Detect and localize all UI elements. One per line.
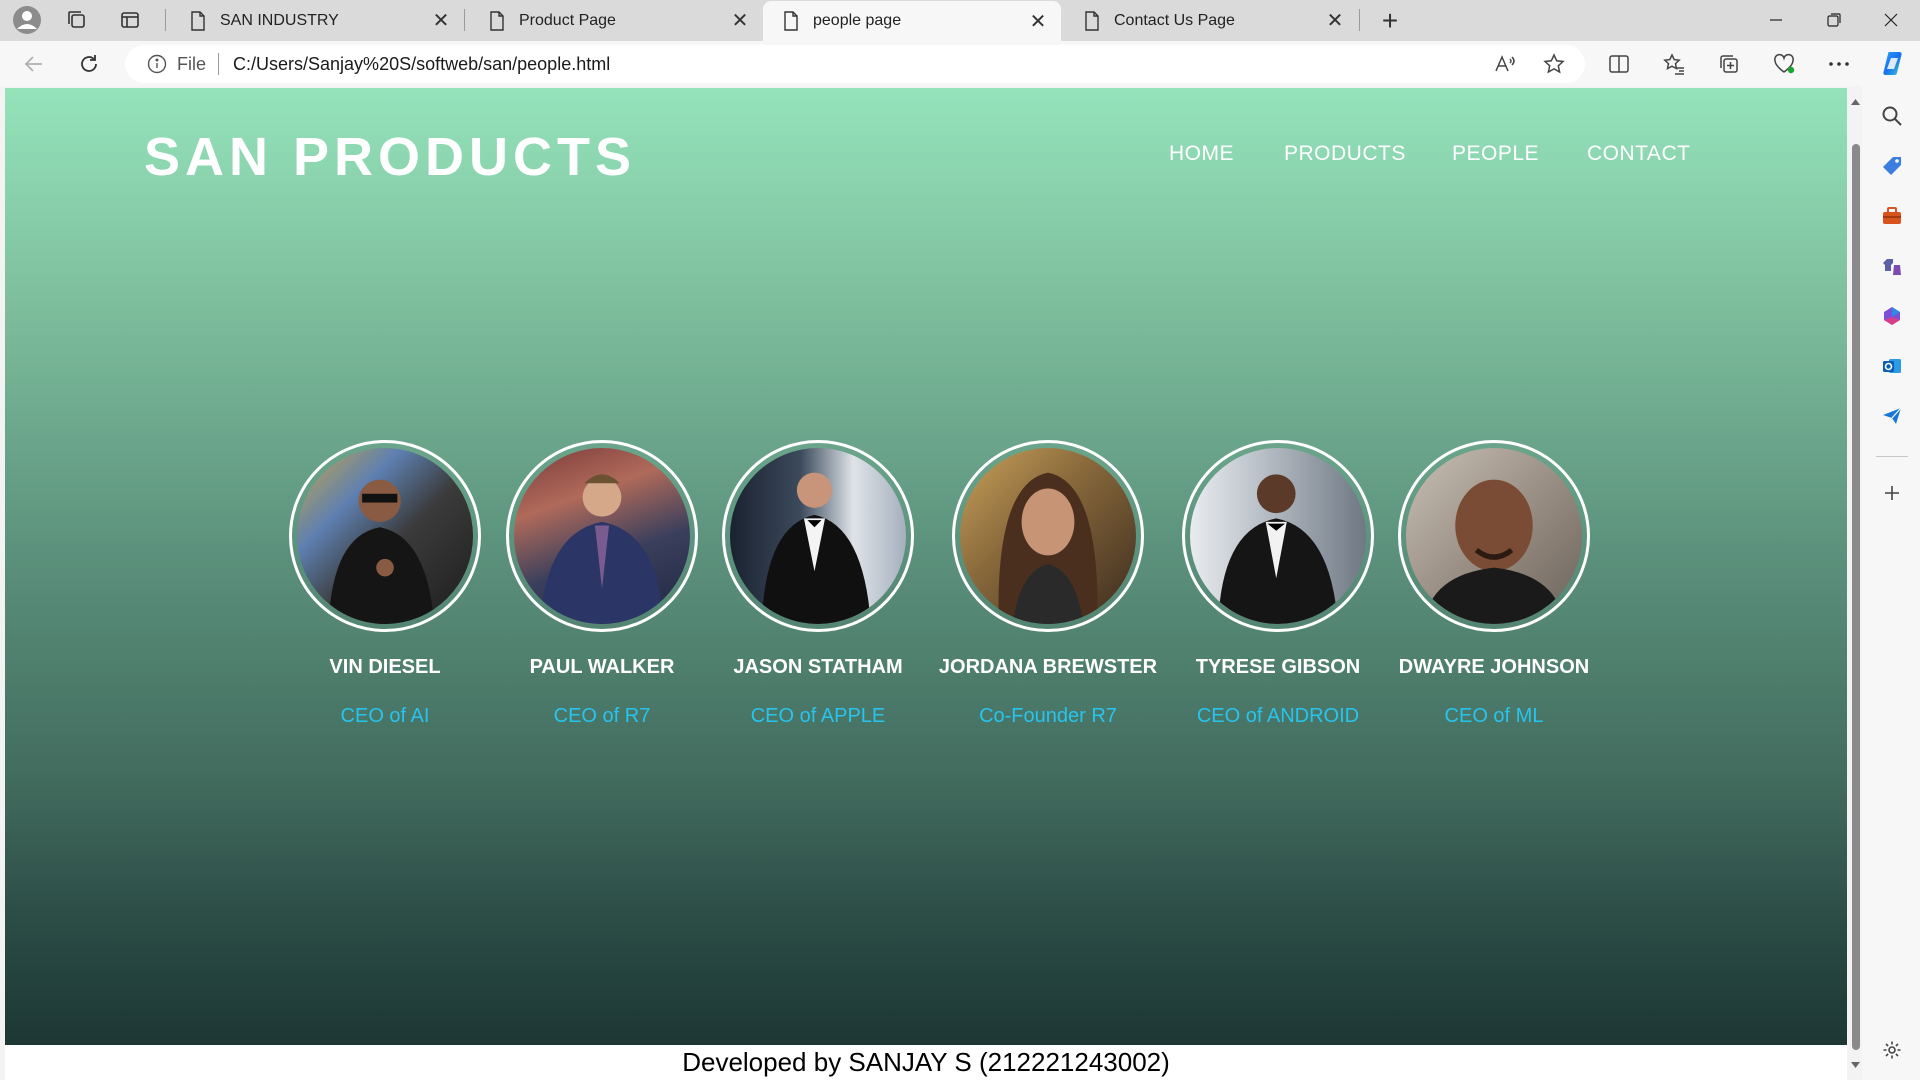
tab-title: people page <box>813 12 902 29</box>
tab-product-page[interactable]: Product Page ✕ <box>469 2 763 39</box>
person-role: CEO of ML <box>1444 705 1544 727</box>
page-icon <box>191 10 205 31</box>
new-tab-button[interactable]: + <box>1374 5 1406 37</box>
read-aloud-icon[interactable] <box>1491 50 1519 78</box>
vertical-tabs-icon[interactable] <box>115 5 145 35</box>
shopping-tag-icon[interactable] <box>1879 153 1905 179</box>
microsoft-365-icon[interactable] <box>1879 303 1905 329</box>
refresh-button[interactable] <box>72 47 106 81</box>
page-icon <box>490 10 504 31</box>
more-options-icon[interactable] <box>1825 50 1853 78</box>
favorites-icon[interactable] <box>1660 50 1688 78</box>
edge-sidebar <box>1862 86 1920 1080</box>
scrollbar-thumb[interactable] <box>1852 144 1860 1050</box>
person-role: CEO of APPLE <box>750 705 886 727</box>
person-card: JASON STATHAM CEO of APPLE <box>708 440 928 728</box>
search-icon[interactable] <box>1879 103 1905 129</box>
avatar <box>1182 440 1374 632</box>
page-icon <box>1085 10 1099 31</box>
person-name: TYRESE GIBSON <box>1195 656 1361 678</box>
person-name: VIN DIESEL <box>329 656 441 678</box>
site-logo[interactable]: SAN PRODUCTS <box>144 126 636 188</box>
person-card: TYRESE GIBSON CEO of ANDROID <box>1168 440 1388 728</box>
tab-title: SAN INDUSTRY <box>220 11 339 29</box>
workspaces-icon[interactable] <box>62 5 92 35</box>
tab-title: Contact Us Page <box>1114 11 1235 29</box>
person-card: JORDANA BREWSTER Co-Founder R7 <box>938 440 1158 728</box>
restore-button[interactable] <box>1807 0 1861 40</box>
page-icon <box>784 11 798 31</box>
tab-contact-us-page[interactable]: Contact Us Page ✕ <box>1064 2 1358 39</box>
close-tab-icon[interactable]: ✕ <box>729 10 751 32</box>
person-name: PAUL WALKER <box>529 656 675 678</box>
scroll-down-icon[interactable] <box>1850 1060 1861 1071</box>
nav-people-link[interactable]: PEOPLE <box>1452 142 1539 166</box>
minimize-button[interactable] <box>1749 0 1803 40</box>
scroll-up-icon[interactable] <box>1850 96 1861 107</box>
person-photo <box>1190 448 1366 624</box>
page-footer: Developed by SANJAY S (212221243002) <box>5 1045 1847 1080</box>
person-photo <box>514 448 690 624</box>
collections-icon[interactable] <box>1715 50 1743 78</box>
url-scheme: File <box>177 53 207 74</box>
page-scrollbar[interactable] <box>1849 88 1862 1080</box>
tab-title: Product Page <box>519 11 616 29</box>
nav-home-link[interactable]: HOME <box>1169 142 1234 166</box>
tab-san-industry[interactable]: SAN INDUSTRY ✕ <box>170 2 464 39</box>
profile-icon[interactable] <box>12 5 42 35</box>
tab-strip: SAN INDUSTRY ✕ Product Page ✕ people pag… <box>0 0 1920 41</box>
person-role: CEO of AI <box>340 705 430 727</box>
avatar <box>289 440 481 632</box>
nav-products-link[interactable]: PRODUCTS <box>1284 142 1406 166</box>
split-screen-icon[interactable] <box>1605 50 1633 78</box>
info-icon[interactable] <box>147 54 167 74</box>
tab-people-page[interactable]: people page ✕ <box>763 1 1061 41</box>
navigation-bar: File C:/Users/Sanjay%20S/softweb/san/peo… <box>0 41 1920 86</box>
avatar <box>952 440 1144 632</box>
games-icon[interactable] <box>1879 253 1905 279</box>
person-card: VIN DIESEL CEO of AI <box>275 440 495 728</box>
person-role: CEO of R7 <box>553 705 651 727</box>
copilot-icon[interactable] <box>1878 47 1910 79</box>
person-card: DWAYRE JOHNSON CEO of ML <box>1384 440 1604 728</box>
close-tab-icon[interactable]: ✕ <box>430 10 452 32</box>
page-viewport: SAN PRODUCTS HOME PRODUCTS PEOPLE CONTAC… <box>5 88 1847 1080</box>
person-photo <box>730 448 906 624</box>
person-photo <box>297 448 473 624</box>
close-tab-icon[interactable]: ✕ <box>1324 10 1346 32</box>
address-bar[interactable]: File C:/Users/Sanjay%20S/softweb/san/peo… <box>125 45 1585 83</box>
person-card: PAUL WALKER CEO of R7 <box>492 440 712 728</box>
avatar <box>1398 440 1590 632</box>
nav-contact-link[interactable]: CONTACT <box>1587 142 1690 166</box>
send-icon[interactable] <box>1879 403 1905 429</box>
person-photo <box>1406 448 1582 624</box>
person-name: JORDANA BREWSTER <box>938 656 1158 678</box>
person-photo <box>960 448 1136 624</box>
browser-essentials-icon[interactable] <box>1770 50 1798 78</box>
tools-icon[interactable] <box>1879 203 1905 229</box>
avatar <box>722 440 914 632</box>
outlook-icon[interactable] <box>1879 353 1905 379</box>
url-text[interactable]: C:/Users/Sanjay%20S/softweb/san/people.h… <box>233 54 610 75</box>
add-icon[interactable] <box>1879 480 1905 506</box>
hero-section: SAN PRODUCTS HOME PRODUCTS PEOPLE CONTAC… <box>5 88 1847 1045</box>
person-name: DWAYRE JOHNSON <box>1398 656 1590 678</box>
person-name: JASON STATHAM <box>733 656 903 678</box>
favorite-star-icon[interactable] <box>1540 50 1568 78</box>
person-role: CEO of ANDROID <box>1196 705 1360 727</box>
avatar <box>506 440 698 632</box>
settings-gear-icon[interactable] <box>1879 1037 1905 1063</box>
close-window-button[interactable] <box>1864 0 1918 40</box>
person-role: Co-Founder R7 <box>979 705 1117 727</box>
back-button[interactable] <box>17 47 51 81</box>
close-tab-icon[interactable]: ✕ <box>1027 10 1049 33</box>
